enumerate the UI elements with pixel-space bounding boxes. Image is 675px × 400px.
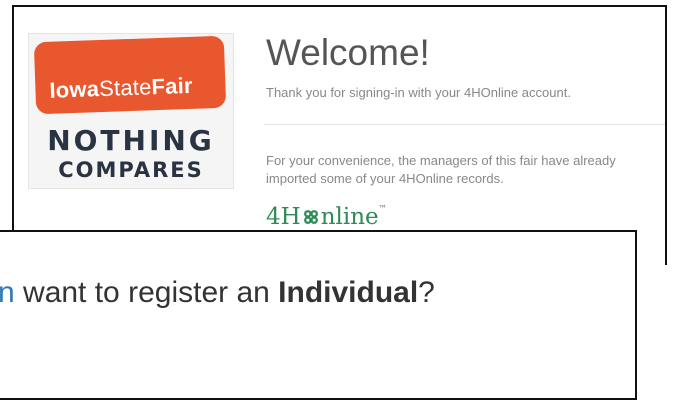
brand-prefix: 4H: [266, 204, 301, 230]
logo-word-fair: Fair: [151, 72, 194, 100]
register-individual-emphasis: Individual: [278, 276, 419, 309]
iowa-state-fair-logo: IowaStateFair NOTHING COMPARES: [28, 33, 234, 189]
welcome-panel: IowaStateFair NOTHING COMPARES Welcome! …: [12, 5, 667, 265]
logo-banner: IowaStateFair: [33, 35, 227, 115]
logo-tagline-line2: COMPARES: [58, 158, 204, 182]
register-question: n want to register an Individual?: [0, 276, 435, 310]
page-title: Welcome!: [266, 32, 430, 73]
logo-word-state: State: [98, 74, 152, 102]
brand-suffix: nline: [320, 204, 379, 230]
section-divider: [264, 124, 665, 125]
trademark-mark: ™: [378, 204, 387, 213]
logo-wordmark: IowaStateFair: [49, 73, 193, 104]
imported-records-note: For your convenience, the managers of th…: [266, 153, 616, 186]
register-question-lead: n: [0, 276, 15, 309]
register-question-text: want to register an: [14, 276, 279, 309]
logo-word-iowa: Iowa: [49, 76, 100, 103]
4honline-logo: 4H nline™: [266, 204, 387, 230]
clover-icon: [303, 210, 318, 224]
logo-tagline-line1: NOTHING: [47, 124, 215, 157]
register-panel: n want to register an Individual?: [0, 230, 637, 400]
register-question-mark: ?: [418, 276, 435, 309]
welcome-subtitle: Thank you for signing-in with your 4HOnl…: [266, 85, 571, 100]
